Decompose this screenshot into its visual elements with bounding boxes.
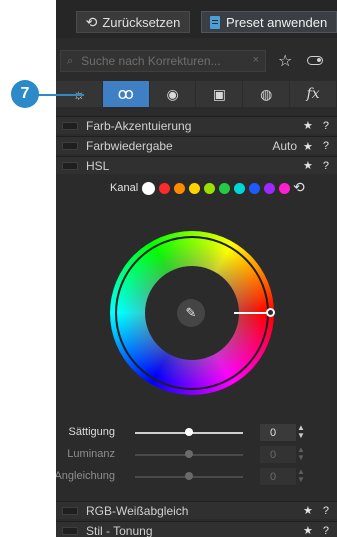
star-icon[interactable]: ★	[303, 140, 313, 153]
saturation-value-field[interactable]: 0	[260, 424, 296, 441]
color-icon: ꝏ	[117, 86, 134, 103]
channel-dot[interactable]	[219, 183, 230, 194]
help-icon[interactable]: ?	[323, 140, 329, 152]
tab-effects[interactable]: fx	[290, 81, 336, 107]
star-icon[interactable]: ★	[303, 119, 313, 132]
apply-preset-button[interactable]: Preset anwenden	[201, 11, 337, 33]
section-rgb-weissabgleich[interactable]: RGB-Weißabgleich ★ ?	[56, 501, 337, 519]
uniformity-stepper-icon[interactable]: ▲ ▼	[297, 468, 305, 484]
channel-dot[interactable]	[204, 183, 215, 194]
section-stil-tonung[interactable]: Stil - Tonung ★ ?	[56, 521, 337, 537]
section-farbwiedergabe[interactable]: Farbwiedergabe Auto ★ ?	[56, 136, 337, 154]
section-title: Stil - Tonung	[86, 523, 153, 537]
reset-channel-icon[interactable]: ⟲	[293, 179, 305, 196]
apply-preset-label: Preset anwenden	[226, 14, 328, 30]
channel-dot[interactable]	[279, 183, 290, 194]
eyedropper-icon[interactable]: ✎	[177, 299, 205, 327]
star-icon[interactable]: ★	[303, 524, 313, 537]
section-title: RGB-Weißabgleich	[86, 503, 189, 518]
tab-geometry[interactable]: ◍	[243, 81, 290, 107]
saturation-stepper-icon[interactable]: ▲ ▼	[297, 424, 305, 440]
tab-local[interactable]: ▣	[196, 81, 243, 107]
section-farb-akzentuierung[interactable]: Farb-Akzentuierung ★ ?	[56, 116, 337, 134]
tab-color[interactable]: ꝏ	[102, 81, 149, 107]
section-title: Farb-Akzentuierung	[86, 118, 192, 133]
uniformity-slider-row: Angleichung 0 ▲ ▼	[56, 468, 337, 486]
search-input[interactable]	[79, 53, 234, 69]
effects-icon: fx	[306, 86, 320, 102]
uniformity-knob[interactable]	[185, 472, 193, 480]
star-icon[interactable]: ★	[303, 159, 313, 172]
local-icon: ▣	[212, 85, 227, 102]
channel-label: Kanal	[110, 182, 139, 194]
search-icon: ⌕	[67, 54, 74, 67]
correction-panel: ⟲ Zurücksetzen Preset anwenden ⌕ × ☆ ☼ ꝏ…	[56, 0, 337, 537]
channel-selector	[142, 182, 290, 195]
reset-button-label: Zurücksetzen	[102, 14, 181, 30]
farbwiedergabe-value: Auto	[272, 139, 297, 153]
reset-icon: ⟲	[85, 13, 98, 30]
search-field[interactable]: ⌕ ×	[60, 50, 266, 72]
luminance-slider-row: Luminanz 0 ▲ ▼	[56, 446, 337, 464]
channel-dot[interactable]	[189, 183, 200, 194]
callout-line	[34, 94, 84, 96]
geometry-icon: ◍	[260, 85, 273, 102]
saturation-knob[interactable]	[185, 428, 193, 436]
clear-search-icon[interactable]: ×	[253, 54, 259, 66]
help-icon[interactable]: ?	[323, 505, 329, 517]
section-toggle[interactable]	[62, 121, 78, 130]
hue-handle[interactable]	[266, 308, 275, 317]
preset-icon	[210, 15, 220, 29]
section-toggle[interactable]	[62, 506, 78, 515]
detail-icon: ◉	[166, 85, 179, 102]
favorites-star-icon[interactable]: ☆	[278, 51, 292, 71]
uniformity-value-field[interactable]: 0	[260, 468, 296, 485]
star-icon[interactable]: ★	[303, 504, 313, 517]
channel-dot[interactable]	[249, 183, 260, 194]
top-toolbar: ⟲ Zurücksetzen Preset anwenden	[56, 0, 337, 38]
luminance-label: Luminanz	[67, 448, 115, 460]
help-icon[interactable]: ?	[323, 120, 329, 132]
tab-detail[interactable]: ◉	[149, 81, 196, 107]
saturation-slider-row: Sättigung 0 ▲ ▼	[56, 424, 337, 442]
visibility-toggle-icon[interactable]	[307, 56, 323, 65]
luminance-knob[interactable]	[185, 450, 193, 458]
channel-dot[interactable]	[174, 183, 185, 194]
luminance-stepper-icon[interactable]: ▲ ▼	[297, 446, 305, 462]
channel-dot[interactable]	[234, 183, 245, 194]
saturation-label: Sättigung	[68, 426, 115, 438]
color-wheel[interactable]: ✎	[110, 231, 275, 395]
luminance-value-field[interactable]: 0	[260, 446, 296, 463]
callout-badge: 7	[11, 80, 39, 108]
hue-indicator-line	[234, 312, 269, 314]
section-hsl[interactable]: HSL ★ ?	[56, 156, 337, 174]
channel-dot[interactable]	[264, 183, 275, 194]
uniformity-label: Angleichung	[56, 470, 115, 482]
reset-button[interactable]: ⟲ Zurücksetzen	[76, 11, 190, 33]
help-icon[interactable]: ?	[323, 160, 329, 172]
channel-dot[interactable]	[142, 182, 155, 195]
channel-dot[interactable]	[159, 183, 170, 194]
help-icon[interactable]: ?	[323, 525, 329, 537]
category-tabs: ☼ ꝏ ◉ ▣ ◍ fx	[56, 81, 337, 107]
section-toggle[interactable]	[62, 526, 78, 535]
section-title: HSL	[86, 158, 110, 173]
section-title: Farbwiedergabe	[86, 138, 173, 153]
section-toggle[interactable]	[62, 161, 78, 170]
section-toggle[interactable]	[62, 141, 78, 150]
